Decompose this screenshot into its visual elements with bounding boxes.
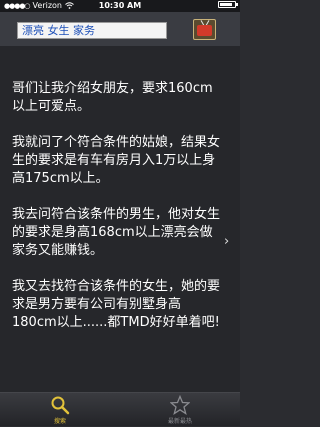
- tv-icon: [197, 25, 212, 36]
- status-right: [218, 1, 238, 8]
- status-bar: ●●●●○ Verizon 10:30 AM: [0, 0, 240, 12]
- tv-button[interactable]: [193, 19, 216, 40]
- search-icon: [51, 396, 70, 415]
- star-icon: [170, 395, 190, 415]
- tab-search[interactable]: 搜索: [0, 393, 120, 427]
- tab-latest[interactable]: 最新最热: [120, 393, 240, 427]
- joke-content: 哥们让我介绍女朋友，要求160cm以上可爱点。 我就问了个符合条件的姑娘，结果女…: [0, 46, 240, 392]
- tab-bar: 搜索 最新最热: [0, 392, 240, 426]
- status-time: 10:30 AM: [98, 1, 142, 10]
- search-input[interactable]: 漂亮 女生 家务: [17, 22, 167, 39]
- tab-search-label: 搜索: [53, 418, 66, 425]
- header: 漂亮 女生 家务: [0, 12, 240, 46]
- tab-latest-label: 最新最热: [167, 418, 192, 425]
- battery-icon: [218, 1, 238, 8]
- next-arrow-icon[interactable]: ›: [224, 234, 229, 249]
- joke-text: 哥们让我介绍女朋友，要求160cm以上可爱点。 我就问了个符合条件的姑娘，结果女…: [12, 81, 221, 330]
